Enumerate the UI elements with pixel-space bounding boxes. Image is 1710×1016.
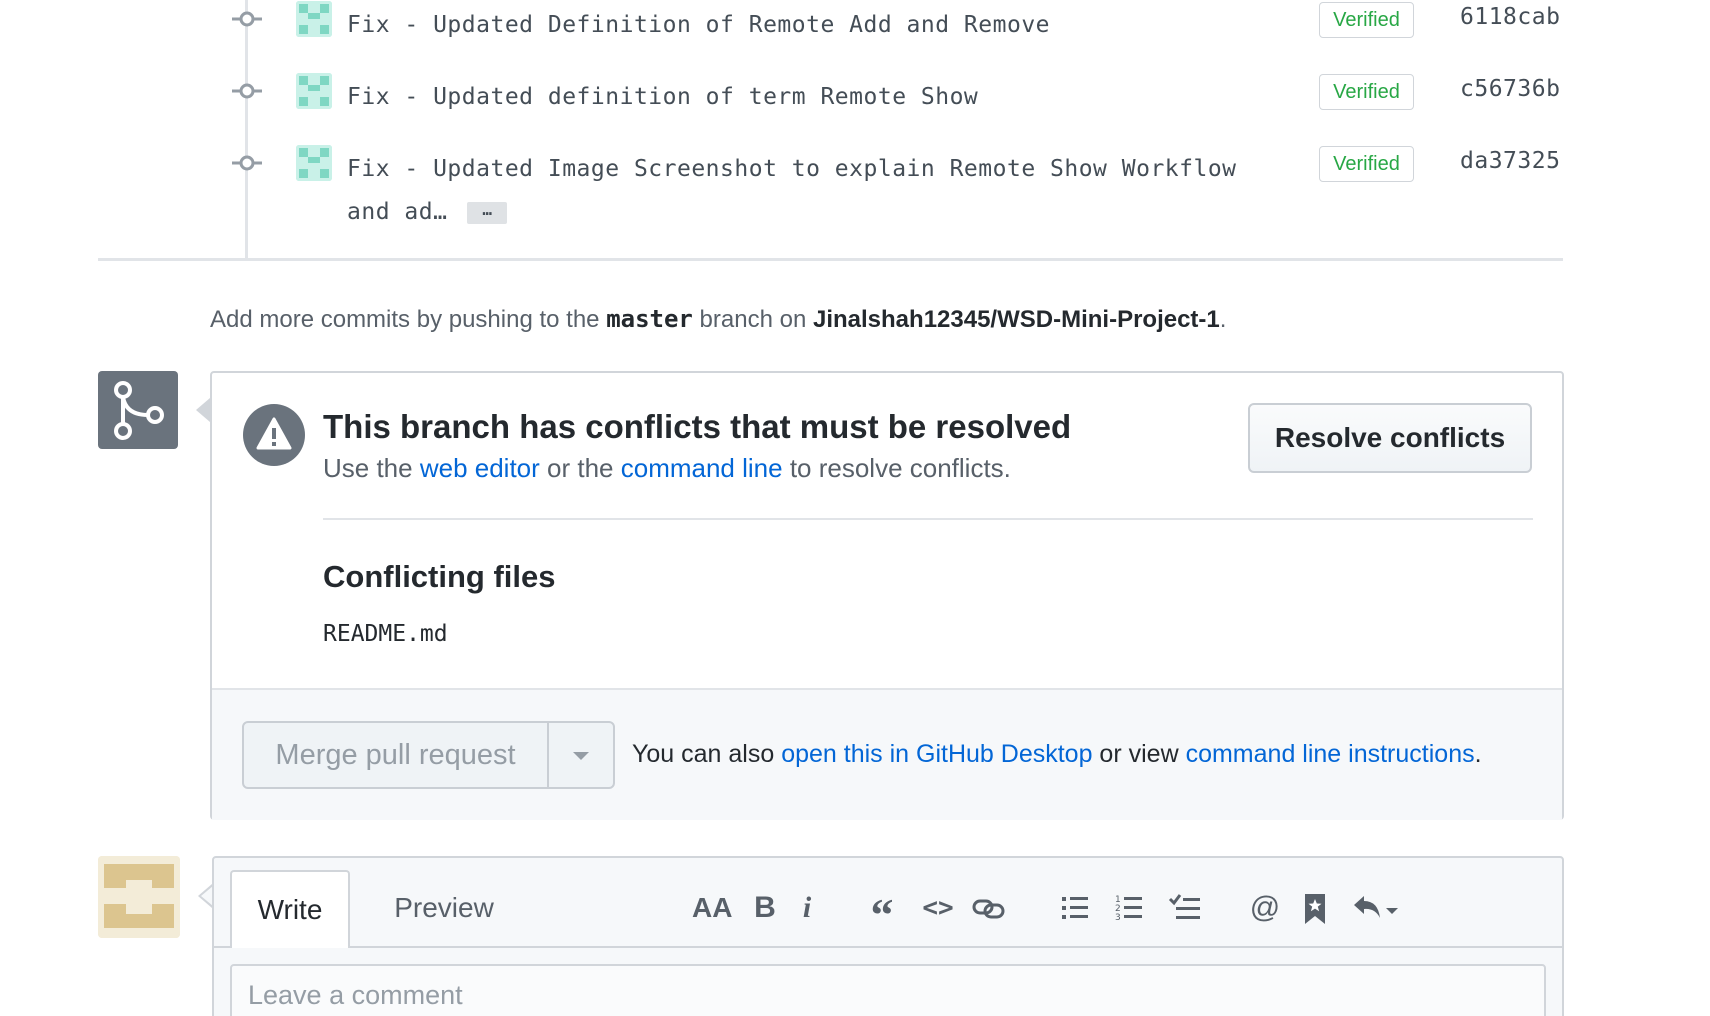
code-icon[interactable]: <> — [920, 888, 956, 928]
commit-message-line2: and ad… — [347, 199, 448, 225]
git-merge-icon — [98, 371, 178, 449]
push-note-prefix: Add more commits by pushing to the — [210, 306, 607, 333]
conflict-sub-suffix: to resolve conflicts. — [782, 453, 1011, 483]
branch-name: master — [606, 305, 693, 333]
conflict-title: This branch has conflicts that must be r… — [323, 408, 1072, 445]
merge-box-pointer — [196, 398, 210, 422]
tab-preview[interactable]: Preview — [364, 870, 524, 946]
reply-dropdown-icon[interactable] — [1350, 888, 1404, 928]
conflict-sub-prefix: Use the — [323, 453, 420, 483]
merge-footer: Merge pull request You can also open thi… — [212, 688, 1562, 820]
merge-footer-note: You can also open this in GitHub Desktop… — [632, 740, 1482, 769]
verified-badge[interactable]: Verified — [1319, 2, 1414, 38]
command-line-link[interactable]: command line — [621, 453, 783, 483]
commit-message[interactable]: Fix - Updated Image Screenshot to explai… — [347, 148, 1237, 234]
conflict-sub-middle: or the — [539, 453, 621, 483]
svg-text:3: 3 — [1115, 913, 1121, 923]
commit-row: Fix - Updated definition of term Remote … — [0, 73, 1710, 133]
merge-status-box: This branch has conflicts that must be r… — [210, 371, 1564, 820]
verified-badge[interactable]: Verified — [1319, 146, 1414, 182]
timeline-divider — [98, 258, 1563, 261]
commit-author-avatar[interactable] — [296, 145, 332, 181]
footer-suffix: . — [1474, 740, 1482, 768]
push-note-middle: branch on — [692, 306, 813, 333]
commit-author-avatar[interactable] — [296, 1, 332, 37]
commit-message[interactable]: Fix - Updated Definition of Remote Add a… — [347, 4, 1050, 47]
heading-icon[interactable]: AA — [692, 888, 732, 928]
verified-badge[interactable]: Verified — [1319, 74, 1414, 110]
merge-button-group: Merge pull request — [242, 721, 615, 789]
push-note-suffix: . — [1219, 306, 1227, 333]
task-list-icon[interactable] — [1168, 888, 1202, 928]
mention-icon[interactable]: @ — [1248, 888, 1282, 928]
conflict-subtitle: Use the web editor or the command line t… — [323, 453, 1011, 484]
commit-author-avatar[interactable] — [296, 73, 332, 109]
quote-icon[interactable]: “ — [864, 888, 900, 940]
web-editor-link[interactable]: web editor — [420, 453, 540, 483]
commit-sha[interactable]: c56736b — [1460, 76, 1560, 102]
repo-name: Jinalshah12345/WSD-Mini-Project-1 — [812, 306, 1220, 333]
conflicting-file: README.md — [323, 621, 448, 647]
footer-prefix: You can also — [632, 740, 782, 768]
section-divider — [323, 518, 1533, 520]
alert-icon — [243, 404, 305, 466]
comment-input[interactable] — [232, 966, 1544, 1016]
comment-composer: Write Preview AA B i “ <> 1 2 3 @ — [212, 856, 1564, 1016]
tabs-divider — [214, 946, 1562, 948]
commit-message[interactable]: Fix - Updated definition of term Remote … — [347, 76, 978, 119]
footer-middle: or view — [1092, 740, 1186, 768]
commit-icon — [232, 83, 262, 99]
commit-row: Fix - Updated Image Screenshot to explai… — [0, 145, 1710, 245]
link-icon[interactable] — [972, 888, 1006, 928]
bold-icon[interactable]: B — [750, 888, 780, 928]
commit-sha[interactable]: da37325 — [1460, 148, 1560, 174]
commit-row: Fix - Updated Definition of Remote Add a… — [0, 1, 1710, 61]
expand-commit-button[interactable]: … — [467, 201, 508, 224]
commit-icon — [232, 11, 262, 27]
resolve-conflicts-button[interactable]: Resolve conflicts — [1248, 403, 1532, 473]
commit-sha[interactable]: 6118cab — [1460, 4, 1560, 30]
merge-pull-request-button[interactable]: Merge pull request — [244, 723, 549, 787]
unordered-list-icon[interactable] — [1060, 888, 1090, 928]
merge-method-dropdown[interactable] — [549, 723, 613, 787]
saved-reply-icon[interactable] — [1302, 888, 1328, 928]
commit-message-line1: Fix - Updated Image Screenshot to explai… — [347, 156, 1237, 182]
github-desktop-link[interactable]: open this in GitHub Desktop — [781, 740, 1092, 768]
conflicting-files-title: Conflicting files — [323, 559, 556, 594]
italic-icon[interactable]: i — [794, 888, 820, 928]
push-note: Add more commits by pushing to the maste… — [210, 305, 1226, 334]
user-avatar[interactable] — [98, 856, 180, 938]
ordered-list-icon[interactable]: 1 2 3 — [1114, 888, 1144, 928]
comment-area — [230, 964, 1546, 1016]
tab-write[interactable]: Write — [230, 870, 350, 948]
command-line-instructions-link[interactable]: command line instructions — [1186, 740, 1475, 768]
commit-icon — [232, 155, 262, 171]
